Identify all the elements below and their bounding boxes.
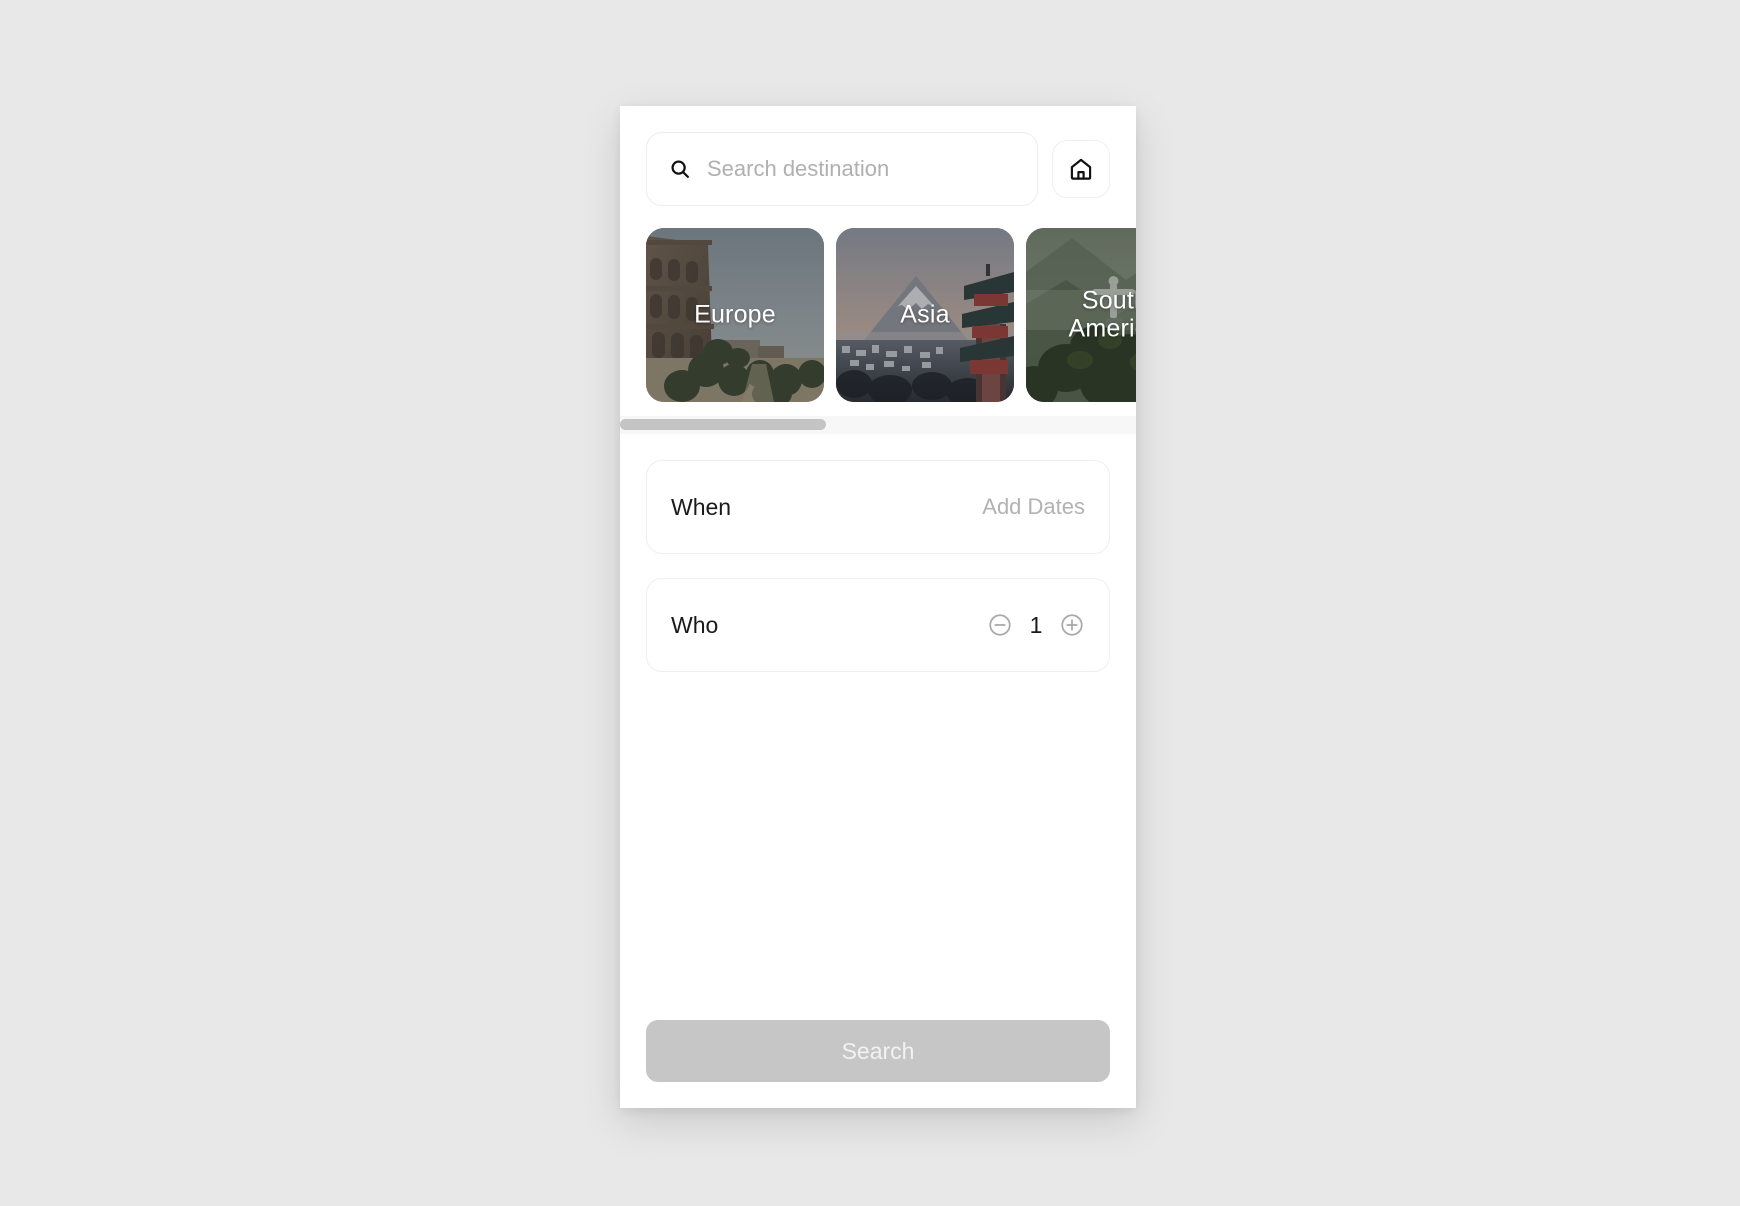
carousel-scrollbar-track[interactable] — [620, 416, 1136, 434]
home-icon — [1068, 156, 1094, 182]
option-label-who: Who — [671, 611, 719, 638]
region-card-label: South America — [1068, 286, 1136, 342]
region-card-label: Europe — [694, 300, 776, 329]
add-dates-value[interactable]: Add Dates — [982, 494, 1085, 520]
screen: Europe — [0, 0, 1740, 1206]
home-button[interactable] — [1052, 140, 1110, 198]
search-header — [620, 106, 1136, 206]
options-list: When Add Dates Who 1 — [620, 434, 1136, 696]
region-card-europe[interactable]: Europe — [646, 228, 824, 402]
region-card-asia[interactable]: Asia — [836, 228, 1014, 402]
region-carousel: Europe Asia Sout Ameri — [620, 228, 1136, 434]
guest-stepper: 1 — [987, 612, 1085, 639]
option-row-when[interactable]: When Add Dates — [646, 460, 1110, 554]
search-icon — [669, 158, 691, 180]
region-card-south-america[interactable]: South America — [1026, 228, 1136, 402]
option-label-when: When — [671, 493, 732, 520]
region-card-label: Asia — [900, 300, 950, 329]
guest-count: 1 — [1029, 611, 1043, 638]
option-row-who[interactable]: Who 1 — [646, 578, 1110, 672]
search-field-container[interactable] — [646, 132, 1038, 206]
phone-frame: Europe — [620, 106, 1136, 1108]
search-submit-button[interactable]: Search — [646, 1020, 1110, 1082]
minus-circle-icon[interactable] — [987, 612, 1013, 638]
search-input[interactable] — [707, 156, 1015, 182]
footer: Search — [620, 1020, 1136, 1108]
carousel-scrollbar-thumb[interactable] — [620, 419, 827, 430]
region-carousel-track[interactable]: Europe Asia Sout Ameri — [620, 228, 1136, 402]
plus-circle-icon[interactable] — [1059, 612, 1085, 638]
